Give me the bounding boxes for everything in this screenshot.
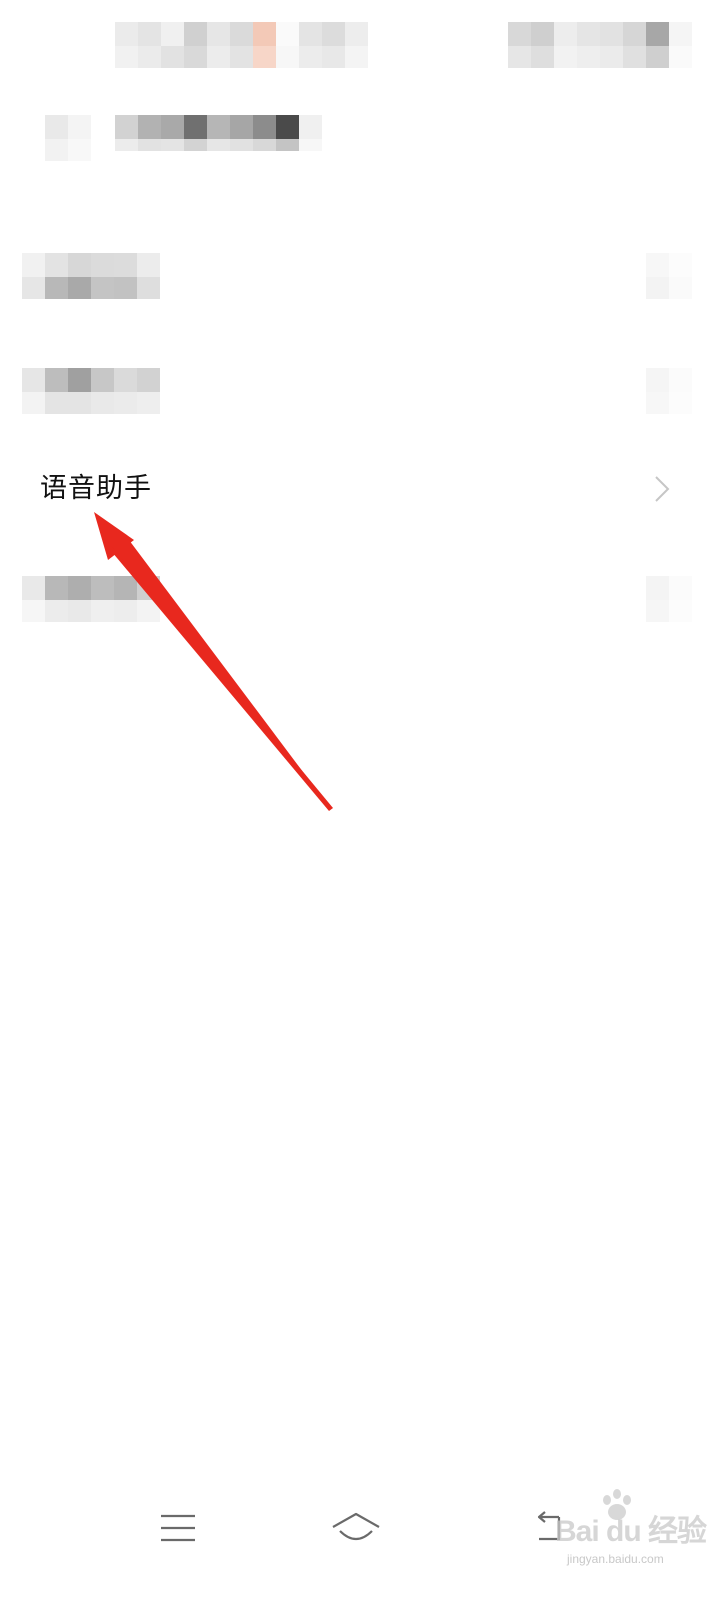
chevron-right-icon bbox=[646, 576, 692, 622]
watermark-main-text: Bai du 经验 bbox=[555, 1515, 707, 1548]
page-title-blurred bbox=[115, 115, 322, 151]
settings-row-blurred-2[interactable] bbox=[0, 360, 727, 430]
status-bar-right-blurred bbox=[508, 22, 692, 68]
row-label-blurred bbox=[22, 253, 160, 299]
settings-row-voice-assistant[interactable]: 语音助手 bbox=[0, 456, 727, 522]
chevron-right-icon bbox=[646, 253, 692, 299]
home-button[interactable] bbox=[321, 1490, 391, 1565]
back-button-blurred[interactable] bbox=[45, 115, 91, 161]
chevron-right-icon bbox=[655, 476, 670, 502]
settings-row-blurred-3[interactable] bbox=[0, 568, 727, 638]
settings-row-blurred-1[interactable] bbox=[0, 245, 727, 315]
baidu-jingyan-watermark: Bai du 经验 jingyan.baidu.com bbox=[545, 1488, 720, 1583]
menu-button[interactable] bbox=[143, 1490, 213, 1565]
menu-icon bbox=[161, 1514, 195, 1541]
chevron-right-icon bbox=[646, 368, 692, 414]
status-bar-left-blurred bbox=[115, 22, 391, 68]
home-icon bbox=[332, 1512, 380, 1540]
voice-assistant-label: 语音助手 bbox=[40, 473, 152, 504]
watermark-url-text: jingyan.baidu.com bbox=[567, 1552, 664, 1566]
row-label-blurred bbox=[22, 576, 160, 622]
annotation-arrow bbox=[94, 512, 333, 811]
row-label-blurred bbox=[22, 368, 160, 414]
